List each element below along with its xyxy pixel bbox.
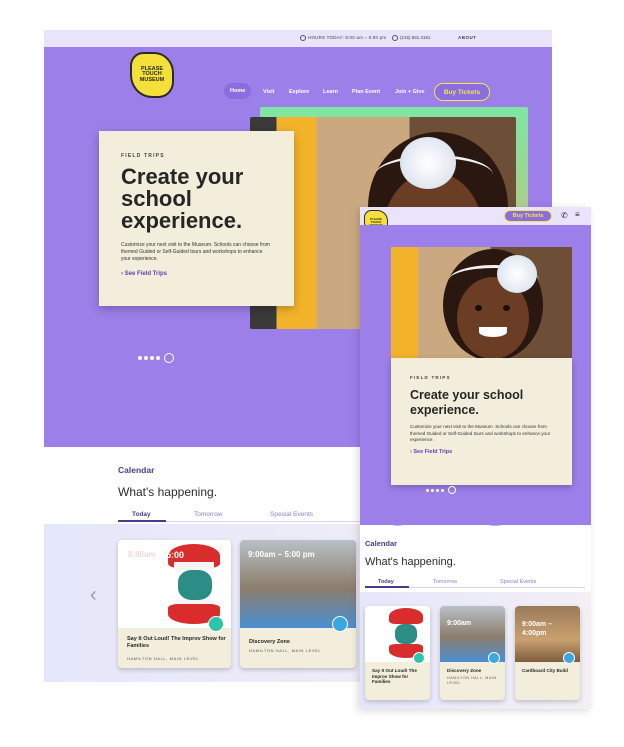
hero-eyebrow: FIELD TRIPS [121,153,165,159]
clock-icon [300,35,306,41]
carousel-dot[interactable] [431,488,434,492]
phone-icon[interactable]: ✆ [561,211,568,220]
calendar-title: Calendar [118,465,155,475]
event-title: Discovery Zone [447,668,482,673]
event-card[interactable]: Say It Out Loud! The Improv Show for Fam… [365,606,430,700]
hours-text: HOURS TODAY: 9:00 am – 5:00 pm [300,35,386,41]
carousel-dots [138,353,174,363]
buy-tickets-button[interactable]: Buy Tickets [504,210,552,222]
tab-tomorrow[interactable]: Tomorrow [194,511,223,518]
calendar-subtitle: What's happening. [118,485,218,499]
nav-visit[interactable]: Visit [263,89,275,95]
event-time: 9:00am – 4:00pm [522,621,552,638]
cube-icon [332,616,348,632]
logo-text: PLEASE TOUCH MUSEUM [139,65,165,83]
calendar-title: Calendar [365,539,398,548]
event-time: 9:00am [447,620,472,627]
nav-home[interactable]: Home [224,83,252,99]
hamburger-menu-icon[interactable]: ≡ [575,210,580,219]
mobile-header: Buy Tickets ✆ ≡ [360,207,591,225]
chevron-left-icon[interactable]: ‹ [90,584,97,607]
event-card[interactable]: 9:00am Discovery Zone HAMILTON HALL, MAI… [440,606,505,700]
flower-headband [497,255,537,293]
theater-masks-icon [413,652,425,664]
tab-special-events[interactable]: Special Events [500,579,536,585]
tab-tomorrow[interactable]: Tomorrow [433,579,457,585]
event-time: 5:00 [166,550,185,560]
utility-bar: HOURS TODAY: 9:00 am – 5:00 pm (215) 581… [44,30,552,47]
event-title: Say It Out Loud! The Improv Show for Fam… [372,668,417,685]
flower-headband [400,137,456,189]
event-location: HAMILTON HALL, MAIN LEVEL [127,656,200,661]
cube-icon [563,652,575,664]
active-tab-underline [365,586,409,588]
tab-special-events[interactable]: Special Events [270,511,313,518]
carousel-dot[interactable] [436,488,439,492]
nav-explore[interactable]: Explore [289,89,309,95]
event-time: 9:00am – 5:00 pm [248,550,315,559]
event-location: HAMILTON HALL, MAIN LEVEL [249,648,322,653]
about-link[interactable]: ABOUT [458,35,477,40]
event-time-ghost: 8:00am [128,550,156,559]
hero-body: Customize your next visit to the Museum.… [121,242,270,262]
carousel-dot[interactable] [138,356,142,360]
smiley-icon[interactable] [164,353,174,363]
carousel-dot[interactable] [426,488,429,492]
improv-mouth-image: 8:00am 5:00 [118,540,231,628]
carousel-dot[interactable] [441,488,444,492]
theater-masks-icon [208,616,224,632]
event-card[interactable]: 9:00am – 4:00pm Cardboard City Build [515,606,580,700]
nav-learn[interactable]: Learn [323,89,338,95]
museum-logo[interactable]: PLEASE TOUCH MUSEUM [130,52,174,98]
event-title: Say It Out Loud! The Improv Show for Fam… [127,636,226,649]
nav-plan-event[interactable]: Plan Event [352,89,380,95]
hero-headline: Create your school experience. [121,164,244,233]
tab-today[interactable]: Today [132,511,151,518]
see-field-trips-link[interactable]: › See Field Trips [410,449,553,455]
phone-label: (215) 581.3181 [400,35,431,41]
drip-wave [360,495,591,526]
active-tab-underline [118,520,166,522]
calendar-subtitle: What's happening. [365,556,456,568]
tab-today[interactable]: Today [378,579,394,585]
event-title: Cardboard City Build [522,668,568,673]
see-field-trips-link[interactable]: › See Field Trips [121,271,272,277]
discovery-zone-image: 9:00am – 5:00 pm [240,540,356,628]
mobile-mockup: Buy Tickets ✆ ≡ PLEASE TOUCH MUSEUM FIEL… [360,207,591,709]
smiley-icon[interactable] [448,486,456,494]
phone-link[interactable]: (215) 581.3181 [392,35,431,41]
event-title: Discovery Zone [249,639,290,645]
hero-section: FIELD TRIPS Create your school experienc… [360,225,591,526]
event-location: HAMILTON HALL, MAIN LEVEL [447,676,497,685]
carousel-dot[interactable] [150,356,154,360]
event-card[interactable]: 9:00am – 5:00 pm Discovery Zone HAMILTON… [240,540,356,668]
buy-tickets-button[interactable]: Buy Tickets [434,83,490,101]
events-strip: Say It Out Loud! The Improv Show for Fam… [360,592,591,709]
phone-icon [392,35,398,41]
hero-card: FIELD TRIPS Create your school experienc… [391,358,572,485]
carousel-dots [426,486,456,494]
hours-label: HOURS TODAY: 9:00 am – 5:00 pm [308,35,387,41]
hero-card: FIELD TRIPS Create your school experienc… [99,131,294,306]
hero-eyebrow: FIELD TRIPS [410,375,451,380]
carousel-dot[interactable] [156,356,160,360]
cube-icon [488,652,500,664]
event-card[interactable]: 8:00am 5:00 Say It Out Loud! The Improv … [118,540,231,668]
hero-body: Customize your next visit to the Museum.… [410,424,551,442]
carousel-dot[interactable] [144,356,148,360]
hero-photo [391,247,572,358]
nav-join-give[interactable]: Join + Give [395,89,425,95]
hero-headline: Create your school experience. [410,388,524,417]
